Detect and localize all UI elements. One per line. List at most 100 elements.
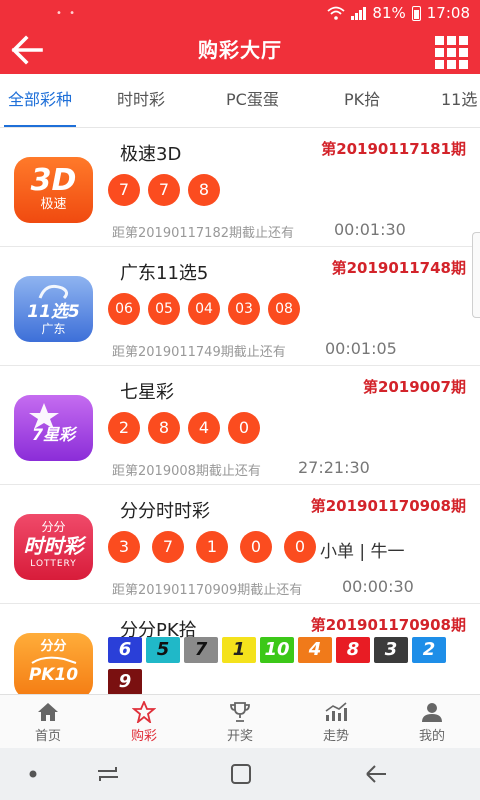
draw-balls: 2 8 4 0 bbox=[108, 412, 260, 444]
lottery-row-guangdong-11x5[interactable]: 11选5 广东 广东11选5 第2019011748期 06 05 04 03 … bbox=[0, 247, 480, 366]
nav-buy-lottery[interactable]: 购彩 bbox=[96, 695, 192, 749]
lottery-issue: 第201901170908期 bbox=[310, 497, 466, 515]
tab-11x5[interactable]: 11选 bbox=[441, 74, 477, 127]
home-square-icon[interactable] bbox=[229, 763, 253, 785]
recent-apps-icon[interactable] bbox=[95, 764, 121, 784]
logo-subtext: 极速 bbox=[40, 197, 67, 212]
draw-ball: 7 bbox=[108, 174, 140, 206]
lottery-row-jisu-3d[interactable]: 3D 极速 极速3D 第20190117181期 7 7 8 距第2019011… bbox=[0, 128, 480, 247]
draw-ball: 1 bbox=[196, 531, 228, 563]
nav-label: 开奖 bbox=[226, 729, 253, 744]
draw-ball: 05 bbox=[148, 293, 180, 325]
pk-number-tile: 2 bbox=[412, 637, 446, 663]
page-title: 购彩大厅 bbox=[198, 38, 282, 62]
pk-number-tile: 3 bbox=[374, 637, 408, 663]
lottery-name: 极速3D bbox=[120, 144, 182, 165]
draw-ball: 03 bbox=[228, 293, 260, 325]
lottery-name: 分分时时彩 bbox=[120, 501, 210, 522]
system-nav-bar bbox=[0, 748, 480, 800]
countdown: 00:00:30 bbox=[342, 577, 414, 596]
logo-text: 3D bbox=[30, 163, 77, 198]
home-icon bbox=[38, 703, 58, 721]
pk-number-tile: 9 bbox=[108, 669, 142, 694]
dot-icon[interactable] bbox=[28, 769, 38, 779]
lottery-name: 广东11选5 bbox=[120, 263, 209, 284]
logo-subtext: LOTTERY bbox=[30, 559, 77, 569]
countdown: 00:01:30 bbox=[334, 220, 406, 239]
lottery-issue: 第20190117181期 bbox=[321, 140, 466, 158]
draw-ball: 0 bbox=[228, 412, 260, 444]
nav-home[interactable]: 首页 bbox=[0, 695, 96, 749]
pk-number-tile: 4 bbox=[298, 637, 332, 663]
draw-balls: 3 7 1 0 0 bbox=[108, 531, 316, 563]
lottery-issue: 第2019011748期 bbox=[331, 259, 466, 277]
draw-ball: 7 bbox=[148, 174, 180, 206]
tab-shishicai[interactable]: 时时彩 bbox=[117, 74, 165, 127]
logo-toptext: 分分 bbox=[40, 639, 67, 654]
result-summary: 小单 | 牛一 bbox=[320, 542, 405, 562]
lottery-logo: 11选5 广东 bbox=[14, 276, 93, 342]
lottery-issue: 第201901170908期 bbox=[310, 616, 466, 634]
logo-subtext: 广东 bbox=[41, 322, 66, 336]
lottery-name: 七星彩 bbox=[120, 382, 174, 403]
lottery-row-fenfen-pk10[interactable]: 分分 PK10 分分PK拾 第201901170908期 6 5 7 1 10 4 8 3 2 9 bbox=[0, 604, 480, 694]
pk-number-tile: 7 bbox=[184, 637, 218, 663]
side-scroll-handle[interactable] bbox=[472, 232, 480, 318]
nav-trends[interactable]: 走势 bbox=[288, 695, 384, 749]
draw-ball: 08 bbox=[268, 293, 300, 325]
nav-profile[interactable]: 我的 bbox=[384, 695, 480, 749]
pk-number-tile: 5 bbox=[146, 637, 180, 663]
logo-text: 11选5 bbox=[27, 302, 80, 322]
screen: • • 81% 17:08 购彩大厅 全部彩种 时时彩 PC蛋蛋 PK拾 11选… bbox=[0, 0, 480, 800]
tab-pk10[interactable]: PK拾 bbox=[344, 74, 380, 127]
notification-dots-icon: • • bbox=[56, 8, 77, 19]
nav-draw-results[interactable]: 开奖 bbox=[192, 695, 288, 749]
draw-ball: 8 bbox=[188, 174, 220, 206]
draw-balls: 7 7 8 bbox=[108, 174, 220, 206]
logo-toptext: 分分 bbox=[41, 520, 66, 534]
draw-ball: 8 bbox=[148, 412, 180, 444]
tab-all[interactable]: 全部彩种 bbox=[3, 74, 77, 127]
pk-draw-numbers: 6 5 7 1 10 4 8 3 2 9 bbox=[108, 637, 458, 694]
top-bar: • • 81% 17:08 购彩大厅 bbox=[0, 0, 480, 74]
logo-text: PK10 bbox=[28, 665, 79, 685]
lottery-star-icon bbox=[132, 701, 156, 723]
trend-chart-icon bbox=[325, 702, 347, 721]
draw-ball: 7 bbox=[152, 531, 184, 563]
nav-label: 购彩 bbox=[130, 729, 157, 744]
draw-ball: 4 bbox=[188, 412, 220, 444]
pk-number-tile: 10 bbox=[260, 637, 294, 663]
draw-ball: 3 bbox=[108, 531, 140, 563]
nav-label: 首页 bbox=[34, 729, 61, 744]
draw-ball: 06 bbox=[108, 293, 140, 325]
lottery-row-fenfen-shishicai[interactable]: 分分 时时彩 LOTTERY 分分时时彩 第201901170908期 3 7 … bbox=[0, 485, 480, 604]
pk-number-tile: 1 bbox=[222, 637, 256, 663]
trophy-icon bbox=[230, 702, 250, 722]
grid-menu-button[interactable] bbox=[432, 34, 468, 69]
pk-number-tile: 8 bbox=[336, 637, 370, 663]
deadline-label: 距第2019008期截止还有 bbox=[112, 464, 261, 479]
category-tabs: 全部彩种 时时彩 PC蛋蛋 PK拾 11选 bbox=[0, 74, 480, 128]
deadline-label: 距第201901170909期截止还有 bbox=[112, 583, 303, 598]
tab-pc-dandan[interactable]: PC蛋蛋 bbox=[226, 74, 279, 127]
lottery-list: 3D 极速 极速3D 第20190117181期 7 7 8 距第2019011… bbox=[0, 128, 480, 694]
lottery-logo: 7星彩 bbox=[14, 395, 93, 461]
lottery-logo: 分分 PK10 bbox=[14, 633, 93, 694]
bottom-nav: 首页 购彩 开奖 走势 我的 bbox=[0, 694, 480, 748]
user-icon bbox=[422, 703, 442, 722]
countdown: 00:01:05 bbox=[325, 339, 397, 358]
pk-number-tile: 6 bbox=[108, 637, 142, 663]
lottery-row-qixingcai[interactable]: 7星彩 七星彩 第2019007期 2 8 4 0 距第2019008期截止还有… bbox=[0, 366, 480, 485]
lottery-logo: 3D 极速 bbox=[14, 157, 93, 223]
draw-ball: 2 bbox=[108, 412, 140, 444]
wifi-icon bbox=[327, 6, 346, 20]
logo-text: 7星彩 bbox=[31, 425, 76, 444]
deadline-label: 距第2019011749期截止还有 bbox=[112, 345, 286, 360]
race-car-icon bbox=[31, 656, 77, 664]
logo-text: 时时彩 bbox=[23, 534, 84, 558]
system-back-icon[interactable] bbox=[363, 763, 389, 785]
clock: 17:08 bbox=[426, 4, 470, 22]
nav-label: 我的 bbox=[418, 729, 445, 744]
draw-ball: 0 bbox=[240, 531, 272, 563]
grid-menu-icon bbox=[435, 36, 444, 45]
